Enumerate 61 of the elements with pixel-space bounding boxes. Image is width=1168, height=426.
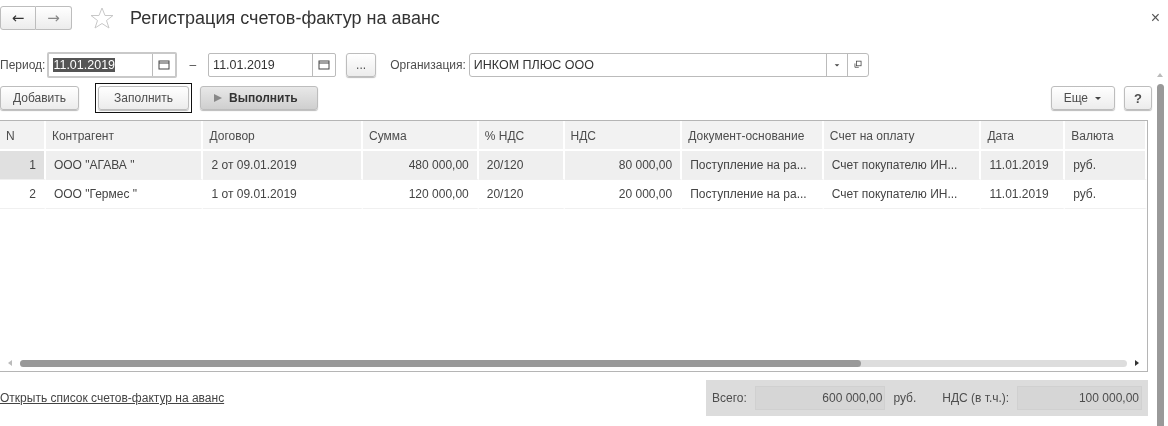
table-row[interactable]: 2 ООО "Гермес " 1 от 09.01.2019 120 000,00 20/120 20 000,00 Поступление на ра... Счет покупателю ИН... 11.01.2019 руб.: [0, 180, 1147, 209]
table-cell: 11.01.2019: [981, 151, 1066, 180]
scrollbar-thumb[interactable]: [20, 359, 862, 367]
currency-label: руб.: [893, 391, 917, 405]
date-to-field[interactable]: 11.01.2019: [208, 53, 337, 77]
vat-value: 100 000,00: [1017, 386, 1142, 410]
add-button[interactable]: Добавить: [0, 86, 80, 110]
fill-button[interactable]: Заполнить: [98, 86, 189, 110]
scroll-left-icon[interactable]: [6, 359, 14, 367]
table-cell: 1 от 09.01.2019: [203, 180, 364, 209]
open-list-link[interactable]: Открыть список счетов-фактур на аванс: [0, 391, 225, 405]
period-select-button[interactable]: ...: [346, 53, 377, 77]
table-row[interactable]: 1 ООО "АГАВА " 2 от 09.01.2019 480 000,00 20/120 80 000,00 Поступление на ра... Счет покупателю ИН... 11.01.2019 руб.: [0, 151, 1147, 180]
table-cell: руб.: [1065, 151, 1147, 180]
more-button[interactable]: Еще: [1050, 86, 1116, 110]
table-cell: руб.: [1065, 180, 1147, 209]
scroll-right-icon[interactable]: [1133, 359, 1141, 367]
column-header[interactable]: Документ-основание: [682, 121, 824, 151]
play-icon: [212, 93, 223, 103]
table-cell: 2: [0, 180, 46, 209]
total-label: Всего:: [712, 391, 747, 405]
table-cell: 120 000,00: [363, 180, 479, 209]
column-header[interactable]: Дата: [981, 121, 1066, 151]
star-icon[interactable]: [90, 7, 114, 29]
table-cell: 80 000,00: [564, 151, 683, 180]
help-button[interactable]: ?: [1124, 86, 1152, 110]
table-cell: 11.01.2019: [981, 180, 1066, 209]
table-cell: 20 000,00: [564, 180, 683, 209]
dash: –: [189, 58, 197, 72]
table-cell: 20/120: [478, 151, 565, 180]
vat-label: НДС (в т.ч.):: [942, 391, 1010, 405]
caret-icon: [1094, 95, 1103, 101]
column-header[interactable]: Валюта: [1065, 121, 1147, 151]
table-cell: Счет покупателю ИН...: [823, 151, 982, 180]
scroll-up-icon[interactable]: [1156, 72, 1164, 78]
table-cell: 2 от 09.01.2019: [203, 151, 364, 180]
column-header[interactable]: Счет на оплату: [823, 121, 982, 151]
close-button[interactable]: ×: [1150, 9, 1160, 27]
date-from-field[interactable]: 11.01.2019: [47, 52, 178, 78]
table-cell: Поступление на ра...: [682, 151, 824, 180]
column-header[interactable]: N: [0, 121, 46, 151]
table-cell: Счет покупателю ИН...: [823, 180, 982, 209]
table-cell: Поступление на ра...: [682, 180, 824, 209]
run-button[interactable]: Выполнить: [199, 86, 318, 110]
scrollbar-thumb[interactable]: [1156, 84, 1164, 426]
table-cell: 480 000,00: [363, 151, 479, 180]
column-header[interactable]: Сумма: [363, 121, 479, 151]
organization-label: Организация:: [390, 58, 466, 72]
column-header[interactable]: % НДС: [478, 121, 565, 151]
table-cell: ООО "АГАВА ": [45, 151, 204, 180]
column-header[interactable]: НДС: [564, 121, 683, 151]
column-header[interactable]: Договор: [203, 121, 364, 151]
table-cell: 1: [0, 151, 46, 180]
organization-field[interactable]: ИНКОМ ПЛЮС ООО: [468, 53, 869, 77]
table-cell: 20/120: [478, 180, 565, 209]
back-button[interactable]: ←: [0, 6, 36, 30]
window-title: Регистрация счетов-фактур на аванс: [130, 7, 441, 29]
period-label: Период:: [0, 58, 46, 72]
column-header[interactable]: Контрагент: [45, 121, 204, 151]
table-cell: ООО "Гермес ": [45, 180, 204, 209]
total-value: 600 000,00: [754, 386, 886, 410]
